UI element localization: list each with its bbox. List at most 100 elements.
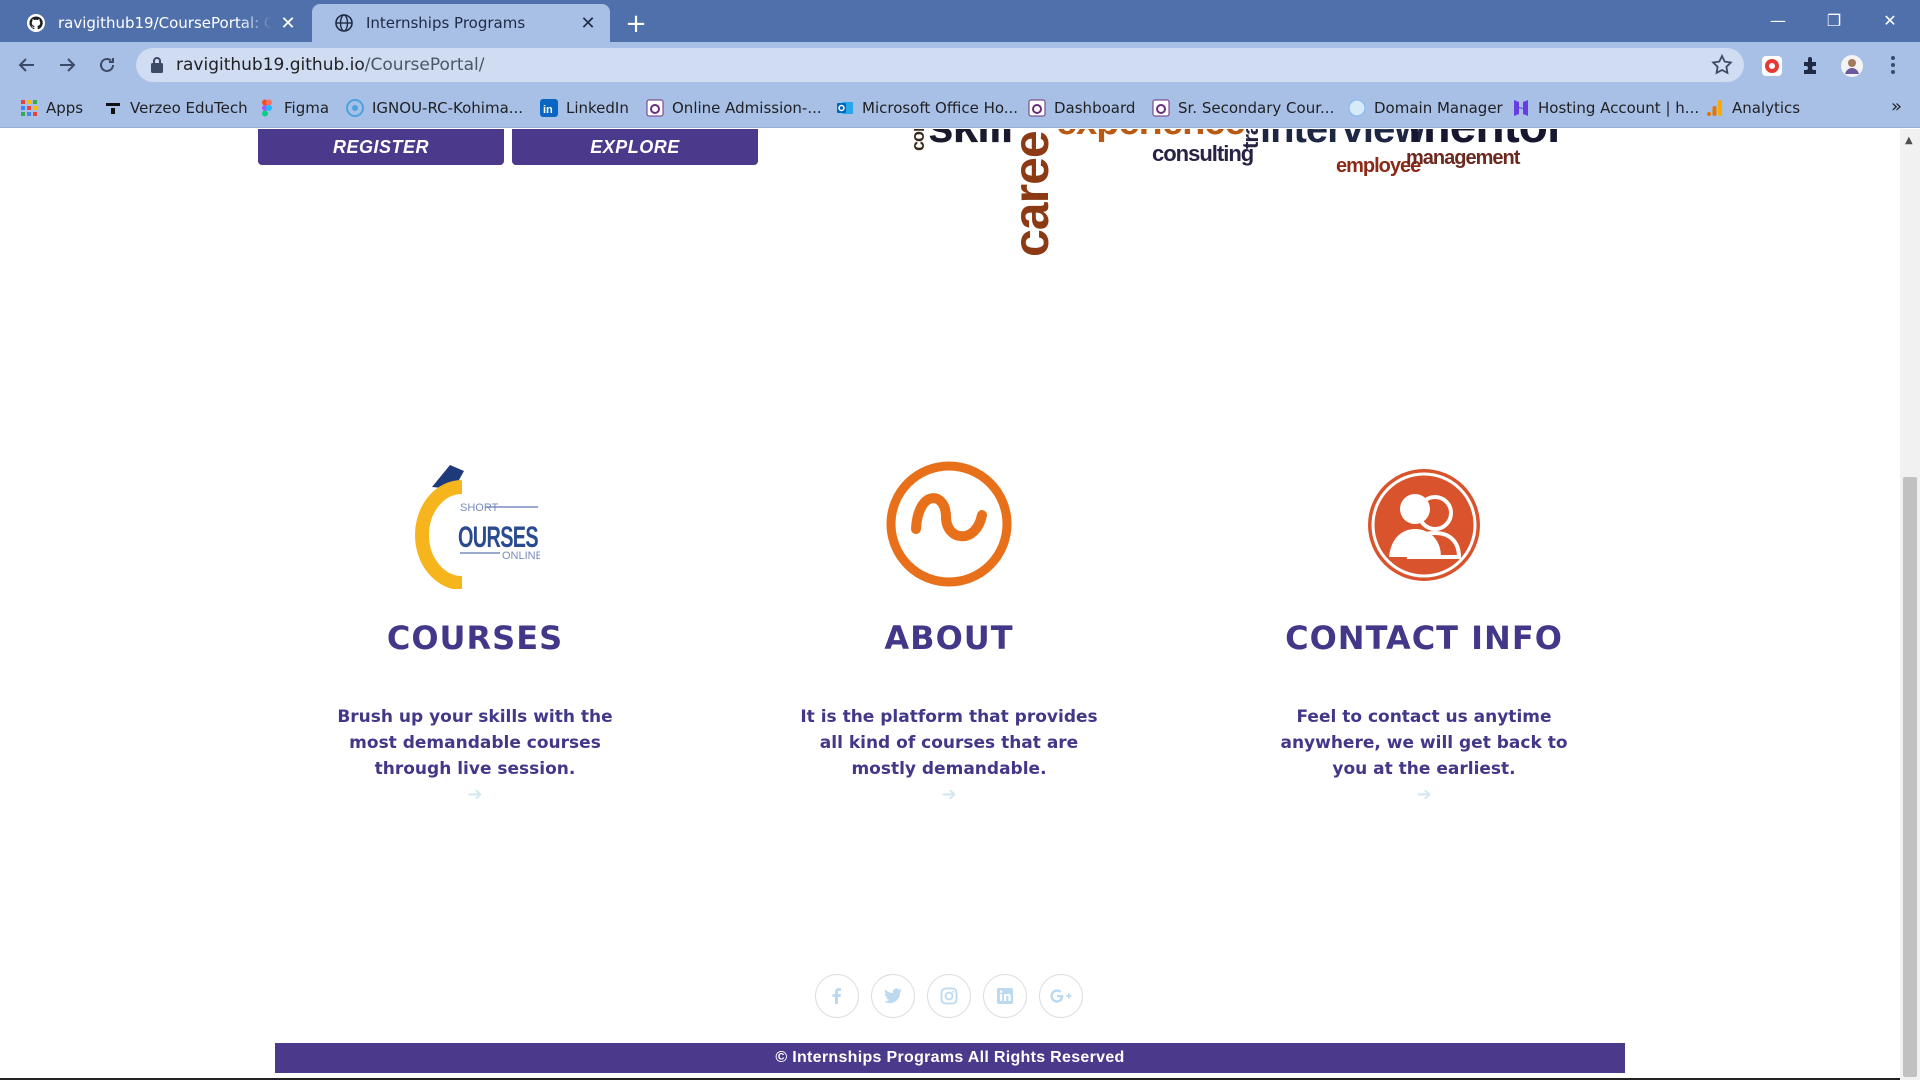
profile-avatar-icon[interactable]: [1840, 54, 1864, 78]
bookmark-ignou[interactable]: IGNOU-RC-Kohima...: [346, 88, 523, 128]
logo-text-short: SHORT: [460, 502, 499, 514]
career-word-cloud-image: com skill career experience consulting t…: [880, 129, 1580, 269]
word-cloud-word: management: [1406, 147, 1520, 169]
bookmark-label: Dashboard: [1054, 99, 1136, 117]
bookmark-dashboard[interactable]: Dashboard: [1028, 88, 1135, 128]
github-icon: [27, 14, 45, 32]
url-path: /CoursePortal/: [364, 55, 485, 75]
tab-close-icon[interactable]: ✕: [278, 13, 298, 34]
facebook-icon: [832, 988, 841, 1004]
close-window-button[interactable]: ✕: [1862, 0, 1918, 40]
feature-title: ABOUT: [884, 619, 1014, 657]
facebook-link[interactable]: [815, 974, 859, 1018]
extension-record-icon[interactable]: [1760, 54, 1784, 78]
reload-icon: [100, 57, 114, 72]
bookmark-hosting-account[interactable]: Hosting Account | h...: [1512, 88, 1699, 128]
bookmark-label: Microsoft Office Ho...: [862, 99, 1019, 117]
linkedin-icon: [997, 988, 1013, 1004]
scrollbar-thumb[interactable]: [1903, 477, 1917, 1077]
tab-strip: ravigithub19/CoursePortal: Course ✕ Inte…: [0, 0, 1920, 42]
word-cloud-word: skill: [928, 129, 1014, 153]
bookmark-label: Figma: [284, 99, 330, 117]
bookmark-label: Domain Manager: [1374, 99, 1503, 117]
bookmark-microsoft-office[interactable]: Microsoft Office Ho...: [836, 88, 1018, 128]
google-plus-icon: [1050, 989, 1072, 1003]
bookmarks-bar: Apps Verzeo EduTech Figma IGNOU-RC-Kohim…: [0, 88, 1920, 128]
bookmark-label: Apps: [46, 99, 84, 117]
bookmark-sr-secondary[interactable]: Sr. Secondary Cour...: [1152, 88, 1334, 128]
lock-icon[interactable]: [150, 56, 164, 74]
logo-text-online: ONLINE: [502, 550, 540, 562]
bookmark-label: Online Admission-...: [672, 99, 822, 117]
linkedin-link[interactable]: [983, 974, 1027, 1018]
browser-toolbar: ravigithub19.github.io/CoursePortal/: [0, 42, 1920, 88]
globe-icon: [335, 14, 353, 32]
bookmark-label: Sr. Secondary Cour...: [1178, 99, 1335, 117]
arrow-right-icon: [60, 58, 76, 72]
hostinger-icon: [1514, 100, 1528, 116]
bookmark-domain-manager[interactable]: Domain Manager: [1348, 88, 1503, 128]
swirl-circle-icon: [886, 461, 1012, 587]
bookmark-label: Analytics: [1732, 99, 1801, 117]
verzeo-icon: [106, 103, 120, 114]
minimize-button[interactable]: —: [1750, 0, 1806, 40]
bookmarks-overflow-button[interactable]: »: [1891, 96, 1902, 117]
nios-icon: [1152, 99, 1170, 117]
arrow-right-icon[interactable]: ➔: [934, 784, 964, 805]
linkedin-icon: in: [540, 99, 558, 117]
outlook-icon: [837, 102, 853, 114]
bookmark-label: Verzeo EduTech: [130, 99, 248, 117]
tab-title: Internships Programs: [366, 14, 526, 32]
scroll-up-arrow-icon[interactable]: ▲: [1905, 135, 1913, 146]
feature-title: COURSES: [386, 619, 564, 657]
bookmark-label: LinkedIn: [566, 99, 629, 117]
bookmark-online-admission[interactable]: Online Admission-...: [646, 88, 822, 128]
globe-icon: [1348, 99, 1366, 117]
address-bar[interactable]: ravigithub19.github.io/CoursePortal/: [136, 48, 1744, 82]
extensions-puzzle-icon[interactable]: [1800, 54, 1824, 78]
tab-courseportal-github[interactable]: ravigithub19/CoursePortal: Course ✕: [4, 4, 310, 42]
bookmark-analytics[interactable]: Analytics: [1706, 88, 1800, 128]
page-scrollbar[interactable]: ▲: [1900, 129, 1920, 1080]
forward-button[interactable]: [52, 50, 82, 80]
word-cloud-word: interview: [1260, 129, 1425, 151]
bookmark-apps[interactable]: Apps: [20, 88, 83, 128]
url-text[interactable]: ravigithub19.github.io/CoursePortal/: [176, 55, 484, 75]
bookmark-linkedin[interactable]: in LinkedIn: [540, 88, 629, 128]
reload-button[interactable]: [92, 50, 122, 80]
short-courses-online-logo: SHORT OURSES ONLINE: [415, 465, 540, 589]
arrow-right-icon[interactable]: ➔: [460, 784, 490, 805]
arrow-right-icon[interactable]: ➔: [1409, 784, 1439, 805]
new-tab-button[interactable]: +: [620, 8, 652, 40]
word-cloud-word: com: [908, 129, 928, 151]
bookmark-label: Hosting Account | h...: [1538, 99, 1700, 117]
tab-title: ravigithub19/CoursePortal: Course: [58, 14, 272, 32]
word-cloud-word: career: [1003, 129, 1059, 257]
nios-icon: [1028, 99, 1046, 117]
bookmark-verzeo[interactable]: Verzeo EduTech: [104, 88, 248, 128]
contact-person-icon: [1368, 469, 1480, 581]
arrow-left-icon: [18, 58, 34, 72]
browser-menu-button[interactable]: [1878, 50, 1908, 80]
instagram-link[interactable]: [927, 974, 971, 1018]
restore-button[interactable]: ❐: [1806, 0, 1862, 40]
instagram-icon: [940, 987, 958, 1005]
tab-close-icon[interactable]: ✕: [578, 13, 598, 34]
twitter-icon: [884, 988, 902, 1004]
feature-description: Feel to contact us anytime anywhere, we …: [1280, 707, 1568, 779]
google-plus-link[interactable]: [1039, 974, 1083, 1018]
bookmark-figma[interactable]: Figma: [258, 88, 329, 128]
page-viewport: REGISTER EXPLORE com skill career experi…: [0, 129, 1900, 1080]
bookmark-label: IGNOU-RC-Kohima...: [372, 99, 524, 117]
ignou-icon: [346, 99, 364, 117]
more-vertical-icon: [1891, 56, 1895, 74]
tab-internships-programs[interactable]: Internships Programs ✕: [312, 4, 610, 42]
analytics-icon: [1707, 100, 1722, 116]
feature-description: It is the platform that provides all kin…: [800, 707, 1098, 779]
back-button[interactable]: [12, 50, 42, 80]
bookmark-star-icon[interactable]: [1710, 53, 1734, 77]
figma-icon: [262, 99, 272, 117]
register-button[interactable]: REGISTER: [258, 129, 504, 165]
twitter-link[interactable]: [871, 974, 915, 1018]
explore-button[interactable]: EXPLORE: [512, 129, 758, 165]
